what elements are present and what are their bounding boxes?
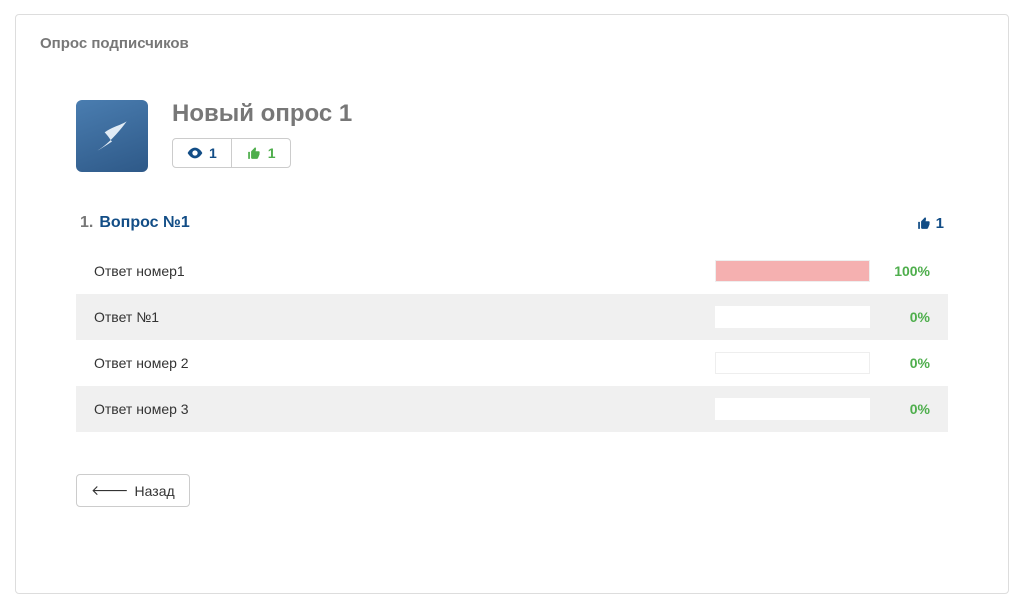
views-stat: 1 (173, 139, 231, 167)
answer-bar (715, 306, 870, 328)
back-button[interactable]: 🡐 Назад (76, 474, 190, 507)
poll-avatar (76, 100, 148, 172)
answer-label: Ответ номер 2 (94, 355, 479, 371)
panel-title: Опрос подписчиков (40, 35, 984, 52)
answer-bar-cell (715, 352, 870, 374)
votes-count: 1 (268, 145, 276, 161)
poll-title: Новый опрос 1 (172, 100, 948, 128)
answer-label: Ответ №1 (94, 309, 479, 325)
feather-icon (90, 114, 134, 158)
answer-bar-cell (715, 260, 870, 282)
answer-row: Ответ номер 2 0% (76, 340, 948, 386)
answer-percent: 100% (870, 263, 930, 279)
eye-icon (187, 146, 203, 160)
question-header: 1. Вопрос №1 1 (76, 214, 948, 244)
back-row: 🡐 Назад (76, 474, 948, 507)
answer-row: Ответ №1 0% (76, 294, 948, 340)
panel-content: Новый опрос 1 1 1 (16, 60, 1008, 537)
answer-bar-cell (715, 306, 870, 328)
poll-panel: Опрос подписчиков Новый опрос 1 1 (15, 14, 1009, 594)
question-text: Вопрос №1 (99, 214, 915, 232)
poll-header-main: Новый опрос 1 1 1 (172, 100, 948, 168)
answer-label: Ответ номер 3 (94, 401, 479, 417)
poll-stats: 1 1 (172, 138, 291, 168)
answer-bar (715, 260, 870, 282)
answer-bar (715, 352, 870, 374)
question-votes-count: 1 (936, 215, 944, 232)
answer-row: Ответ номер 3 0% (76, 386, 948, 432)
question-number: 1. (80, 214, 93, 232)
answer-bar (715, 398, 870, 420)
panel-header: Опрос подписчиков (16, 15, 1008, 60)
question-votes: 1 (916, 215, 944, 232)
arrow-left-icon: 🡐 (91, 482, 129, 499)
views-count: 1 (209, 145, 217, 161)
answer-percent: 0% (870, 401, 930, 417)
answer-percent: 0% (870, 355, 930, 371)
back-label: Назад (135, 483, 175, 499)
thumbs-up-icon (246, 146, 262, 160)
question-block: 1. Вопрос №1 1 Ответ номер1 100% Ответ №1 0… (76, 214, 948, 432)
poll-header: Новый опрос 1 1 1 (76, 100, 948, 172)
answer-bar-cell (715, 398, 870, 420)
answer-percent: 0% (870, 309, 930, 325)
answer-bar-fill (716, 261, 869, 281)
answer-row: Ответ номер1 100% (76, 248, 948, 294)
answers-list: Ответ номер1 100% Ответ №1 0% Ответ номер 2 0… (76, 248, 948, 432)
answer-label: Ответ номер1 (94, 263, 479, 279)
thumbs-up-icon (916, 216, 932, 230)
votes-stat: 1 (231, 139, 290, 167)
